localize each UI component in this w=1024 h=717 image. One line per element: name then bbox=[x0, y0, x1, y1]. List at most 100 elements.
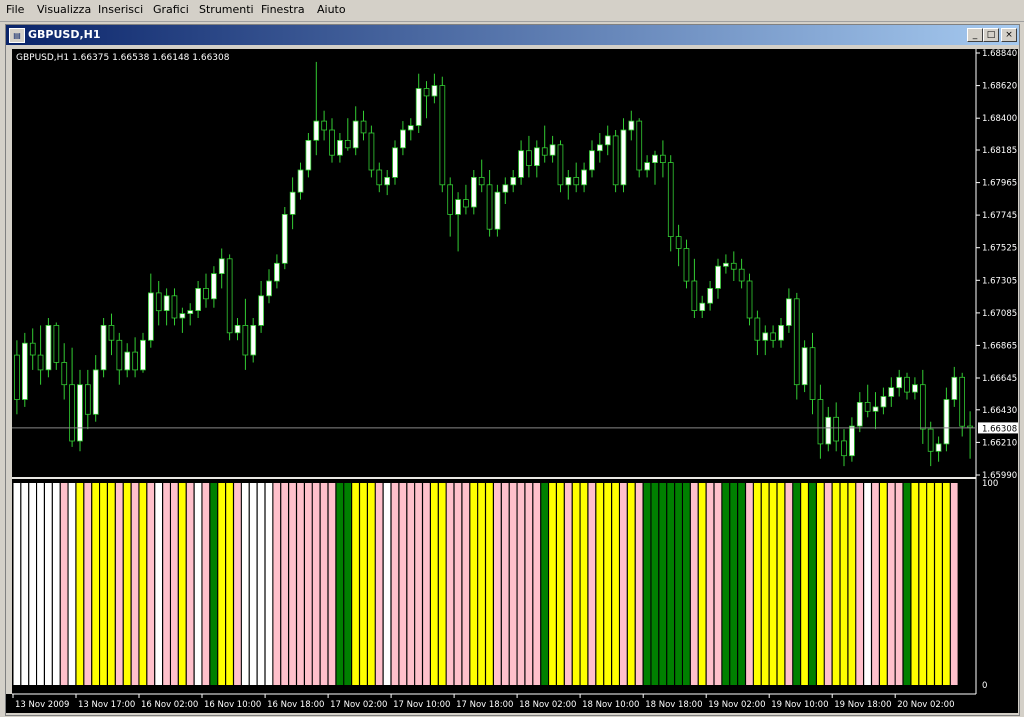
candle-body bbox=[463, 199, 469, 208]
candle-body bbox=[604, 135, 611, 146]
price-tick-label: 1.66645 bbox=[982, 374, 1017, 384]
indicator-bar bbox=[344, 483, 351, 685]
candle-body bbox=[53, 324, 60, 363]
indicator-bar bbox=[824, 483, 832, 685]
candle-body bbox=[730, 262, 737, 270]
candle-body bbox=[534, 147, 540, 167]
candle-body bbox=[920, 384, 926, 430]
indicator-bar bbox=[210, 483, 218, 685]
chart-window-icon[interactable]: ▤ bbox=[9, 28, 25, 43]
indicator-bar bbox=[706, 483, 714, 685]
indicator-bar bbox=[596, 483, 604, 685]
candle-body bbox=[904, 376, 910, 393]
minimize-button[interactable]: _ bbox=[967, 28, 983, 42]
candle-body bbox=[447, 184, 454, 215]
indicator-bar bbox=[241, 483, 249, 685]
indicator-bar bbox=[714, 483, 722, 685]
time-tick-label: 17 Nov 10:00 bbox=[393, 700, 450, 710]
candle-body bbox=[415, 88, 422, 126]
indicator-bar bbox=[478, 483, 485, 685]
candle-body bbox=[486, 184, 493, 230]
indicator-bar bbox=[13, 483, 21, 685]
time-tick-label: 19 Nov 10:00 bbox=[771, 700, 828, 710]
menu-grafici[interactable]: Grafici bbox=[153, 3, 189, 16]
candle-body bbox=[195, 287, 201, 311]
indicator-bar bbox=[793, 483, 800, 685]
indicator-bar bbox=[769, 483, 777, 685]
indicator-bar bbox=[564, 483, 572, 685]
indicator-bar bbox=[753, 483, 761, 685]
close-button[interactable]: × bbox=[1001, 28, 1017, 42]
chart-window: ▤ GBPUSD,H1 _ □ × GBPUSD,H1 1.66375 1.66… bbox=[5, 24, 1020, 716]
menu-visualizza[interactable]: Visualizza bbox=[37, 3, 91, 16]
candle-body bbox=[305, 140, 312, 171]
indicator-bar bbox=[588, 483, 596, 685]
indicator-bar bbox=[178, 483, 186, 685]
candle-body bbox=[801, 347, 808, 386]
candle-body bbox=[967, 425, 973, 429]
indicator-bar bbox=[131, 483, 139, 685]
indicator-bar bbox=[155, 483, 162, 685]
candle-body bbox=[959, 376, 966, 427]
indicator-bar bbox=[37, 483, 44, 685]
indicator-bar bbox=[919, 483, 927, 685]
candle-body bbox=[29, 342, 36, 356]
candle-body bbox=[368, 132, 375, 171]
candle-body bbox=[250, 324, 257, 356]
indicator-bar bbox=[171, 483, 178, 685]
price-tick-label: 1.66865 bbox=[982, 341, 1017, 351]
indicator-bar bbox=[108, 483, 115, 685]
window-titlebar[interactable]: ▤ GBPUSD,H1 _ □ × bbox=[6, 25, 1019, 45]
candle-body bbox=[549, 144, 556, 156]
candle-body bbox=[100, 324, 107, 371]
price-tick-label: 1.67965 bbox=[982, 179, 1017, 189]
menu-strumenti[interactable]: Strumenti bbox=[199, 3, 254, 16]
price-tick-label: 1.67305 bbox=[982, 276, 1017, 286]
indicator-bar bbox=[92, 483, 99, 685]
indicator-bar bbox=[549, 483, 556, 685]
candle-body bbox=[557, 144, 564, 186]
indicator-bar bbox=[690, 483, 698, 685]
indicator-bar bbox=[501, 483, 509, 685]
candle-body bbox=[896, 376, 903, 389]
candle-body bbox=[660, 154, 666, 163]
indicator-bar bbox=[927, 483, 934, 685]
chart-area[interactable]: GBPUSD,H1 1.66375 1.66538 1.66148 1.6630… bbox=[6, 45, 1018, 713]
candle-body bbox=[494, 191, 501, 230]
indicator-bar bbox=[399, 483, 407, 685]
indicator-bar bbox=[620, 483, 627, 685]
time-tick-label: 17 Nov 18:00 bbox=[456, 700, 513, 710]
candle-body bbox=[526, 150, 532, 166]
indicator-bar bbox=[21, 483, 29, 685]
candle-body bbox=[455, 199, 461, 215]
candle-body bbox=[723, 262, 729, 267]
indicator-bar bbox=[360, 483, 367, 685]
candle-body bbox=[21, 342, 28, 400]
restore-button[interactable]: □ bbox=[983, 28, 999, 42]
candle-body bbox=[667, 162, 674, 237]
price-tick-label: 1.67085 bbox=[982, 309, 1017, 319]
candle-body bbox=[329, 129, 335, 156]
menu-file[interactable]: File bbox=[6, 3, 24, 16]
time-tick-label: 19 Nov 02:00 bbox=[708, 700, 765, 710]
indicator-bar bbox=[785, 483, 793, 685]
menu-aiuto[interactable]: Aiuto bbox=[317, 3, 346, 16]
indicator-bar bbox=[777, 483, 785, 685]
time-tick-label: 18 Nov 10:00 bbox=[582, 700, 639, 710]
indicator-bar bbox=[368, 483, 375, 685]
candle-body bbox=[140, 339, 146, 371]
menu-finestra[interactable]: Finestra bbox=[261, 3, 305, 16]
indicator-bar bbox=[407, 483, 415, 685]
candle-body bbox=[218, 258, 225, 275]
indicator-bar bbox=[123, 483, 131, 685]
price-tick-label: 1.66430 bbox=[982, 406, 1017, 416]
indicator-bar bbox=[186, 483, 194, 685]
menu-inserisci[interactable]: Inserisci bbox=[98, 3, 143, 16]
candle-body bbox=[927, 428, 934, 452]
candle-body bbox=[715, 265, 721, 289]
indicator-bar bbox=[218, 483, 225, 685]
indicator-bar bbox=[391, 483, 399, 685]
candle-body bbox=[61, 362, 68, 386]
indicator-bar bbox=[462, 483, 470, 685]
window-title: GBPUSD,H1 bbox=[28, 28, 101, 41]
